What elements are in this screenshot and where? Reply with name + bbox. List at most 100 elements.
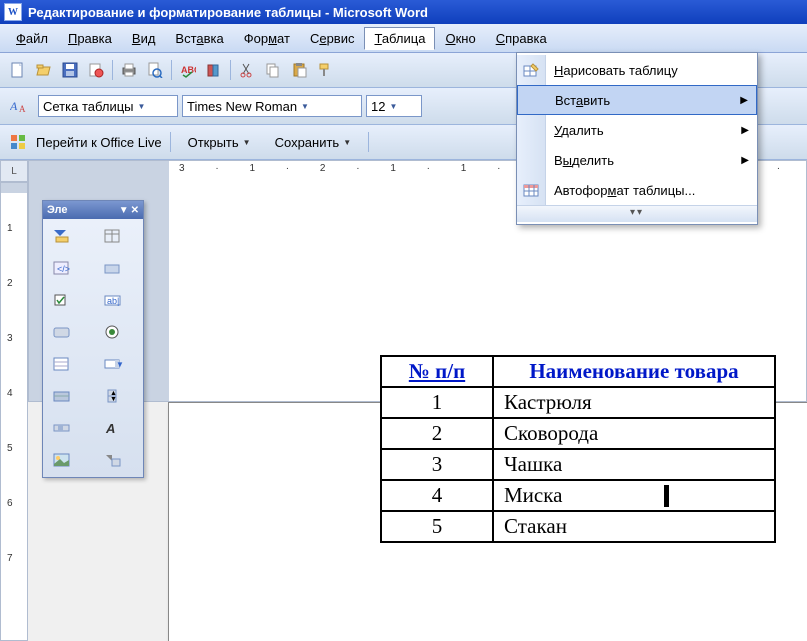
chevron-down-icon: ▼ — [243, 138, 251, 147]
titlebar: W Редактирование и форматирование таблиц… — [0, 0, 807, 24]
office-live-label: Перейти к Office Live — [36, 135, 162, 150]
separator — [230, 60, 231, 80]
word-app-icon: W — [4, 3, 22, 21]
menu-insert[interactable]: Вставить ▶ — [517, 85, 757, 115]
svg-text:</>: </> — [57, 264, 70, 274]
chevron-right-icon: ▶ — [741, 155, 749, 166]
menu-insert[interactable]: Вставка — [165, 27, 233, 50]
svg-text:A: A — [10, 99, 18, 113]
menu-edit[interactable]: Правка — [58, 27, 122, 50]
menu-delete[interactable]: Удалить ▶ — [517, 115, 757, 145]
fontsize-value: 12 — [371, 99, 385, 114]
spin-button-icon[interactable]: ▲▼ — [98, 383, 128, 409]
design-mode-icon[interactable] — [47, 223, 77, 249]
research-icon[interactable] — [202, 58, 226, 82]
fontsize-combo[interactable]: 12 ▼ — [366, 95, 422, 117]
svg-text:ABC: ABC — [181, 65, 196, 75]
style-combo[interactable]: Сетка таблицы ▼ — [38, 95, 178, 117]
table-row[interactable]: 4Миска — [381, 480, 775, 511]
menu-draw-table[interactable]: Нарисовать таблицу — [517, 55, 757, 85]
blank-icon — [517, 115, 546, 145]
vertical-ruler[interactable]: 1 2 3 4 5 6 7 — [0, 182, 28, 641]
svg-text:▼: ▼ — [116, 360, 123, 369]
window-title: Редактирование и форматирование таблицы … — [28, 5, 428, 20]
svg-text:▼: ▼ — [110, 396, 117, 403]
listbox-icon[interactable] — [47, 351, 77, 377]
table-row[interactable]: 5Стакан — [381, 511, 775, 542]
table-header-name: Наименование товара — [493, 356, 775, 387]
new-doc-icon[interactable] — [6, 58, 30, 82]
styles-icon[interactable]: AA — [6, 94, 34, 118]
office-live-icon[interactable] — [6, 130, 30, 154]
print-preview-icon[interactable] — [143, 58, 167, 82]
chevron-right-icon: ▶ — [740, 95, 748, 106]
menu-view[interactable]: Вид — [122, 27, 166, 50]
separator — [171, 60, 172, 80]
open-icon[interactable] — [32, 58, 56, 82]
textbox-icon[interactable]: ab| — [98, 287, 128, 313]
copy-icon[interactable] — [261, 58, 285, 82]
spellcheck-icon[interactable]: ABC — [176, 58, 200, 82]
paste-icon[interactable] — [287, 58, 311, 82]
blank-icon — [517, 145, 546, 175]
chevron-down-icon: ▼ — [343, 138, 351, 147]
more-controls-icon[interactable] — [98, 447, 128, 473]
autoformat-icon — [517, 175, 546, 205]
menu-table[interactable]: Таблица — [364, 27, 435, 50]
font-value: Times New Roman — [187, 99, 297, 114]
table-row[interactable]: 3Чашка — [381, 449, 775, 480]
office-save-button[interactable]: Сохранить▼ — [266, 131, 361, 154]
table-row[interactable]: 1Кастрюля — [381, 387, 775, 418]
ruler-corner: L — [0, 160, 28, 182]
chevron-down-icon: ▼ — [301, 102, 309, 111]
checkbox-icon[interactable] — [47, 287, 77, 313]
properties-icon[interactable] — [98, 223, 128, 249]
draw-table-icon — [517, 55, 546, 85]
chevron-down-icon: ▼ — [389, 102, 397, 111]
cut-icon[interactable] — [235, 58, 259, 82]
chevron-right-icon: ▶ — [741, 125, 749, 136]
toolbox-body: </> ab| ▼ ▲▼ A — [43, 219, 143, 477]
combobox-icon[interactable]: ▼ — [98, 351, 128, 377]
group-icon[interactable] — [98, 255, 128, 281]
menu-file[interactable]: Файл — [6, 27, 58, 50]
menu-help[interactable]: Справка — [486, 27, 557, 50]
menu-expand-icon[interactable]: ▾▾ — [517, 205, 757, 222]
style-value: Сетка таблицы — [43, 99, 134, 114]
menu-window[interactable]: Окно — [435, 27, 485, 50]
format-painter-icon[interactable] — [313, 58, 337, 82]
scrollbar-icon[interactable] — [47, 415, 77, 441]
permissions-icon[interactable] — [84, 58, 108, 82]
document-table[interactable]: № п/п Наименование товара 1Кастрюля 2Ско… — [380, 355, 776, 543]
blank-icon — [518, 86, 547, 114]
svg-text:A: A — [105, 421, 115, 436]
table-header-row: № п/п Наименование товара — [381, 356, 775, 387]
menu-select[interactable]: Выделить ▶ — [517, 145, 757, 175]
command-button-icon[interactable] — [47, 319, 77, 345]
table-header-num: № п/п — [381, 356, 493, 387]
separator — [112, 60, 113, 80]
controls-toolbox[interactable]: Эле ▼ ✕ </> ab| ▼ ▲▼ A — [42, 200, 144, 478]
chevron-down-icon: ▼ — [138, 102, 146, 111]
menu-format[interactable]: Формат — [234, 27, 300, 50]
code-icon[interactable]: </> — [47, 255, 77, 281]
svg-text:ab|: ab| — [107, 296, 119, 306]
close-icon[interactable]: ✕ — [131, 205, 139, 216]
office-open-button[interactable]: Открыть▼ — [179, 131, 260, 154]
toolbox-titlebar[interactable]: Эле ▼ ✕ — [43, 201, 143, 219]
font-combo[interactable]: Times New Roman ▼ — [182, 95, 362, 117]
svg-text:A: A — [19, 104, 26, 114]
text-cursor — [664, 485, 669, 507]
option-button-icon[interactable] — [98, 319, 128, 345]
label-icon[interactable]: A — [98, 415, 128, 441]
menu-service[interactable]: Сервис — [300, 27, 365, 50]
menubar: Файл Правка Вид Вставка Формат Сервис Та… — [0, 24, 807, 53]
image-icon[interactable] — [47, 447, 77, 473]
menu-autoformat[interactable]: Автоформат таблицы... — [517, 175, 757, 205]
save-icon[interactable] — [58, 58, 82, 82]
chevron-down-icon[interactable]: ▼ — [119, 205, 129, 216]
toggle-button-icon[interactable] — [47, 383, 77, 409]
table-row[interactable]: 2Сковорода — [381, 418, 775, 449]
separator — [368, 132, 369, 152]
print-icon[interactable] — [117, 58, 141, 82]
